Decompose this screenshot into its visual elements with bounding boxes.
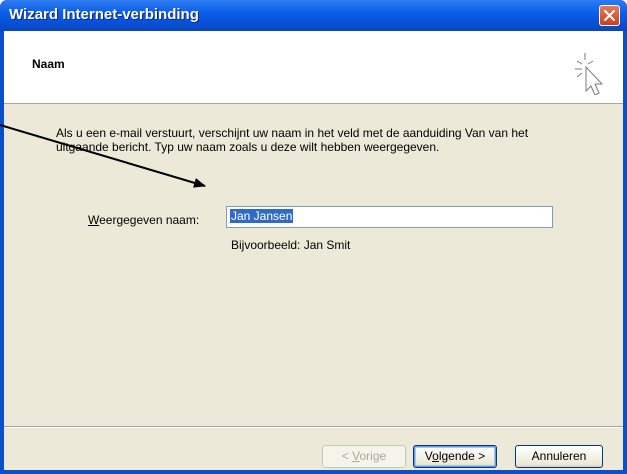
cancel-button[interactable]: Annuleren [515, 445, 603, 468]
display-name-label-rest: eergegeven naam: [99, 213, 200, 227]
wizard-cursor-icon [575, 53, 604, 95]
wizard-client-area: Naam Als u een e-mail verstuurt, verschi… [4, 31, 623, 470]
intro-text: Als u een e-mail verstuurt, verschijnt u… [56, 126, 529, 154]
close-icon [604, 10, 615, 21]
title-bar[interactable]: Wizard Internet-verbinding [0, 0, 627, 31]
back-button[interactable]: < Vorige [322, 445, 406, 468]
display-name-input[interactable]: Jan Jansen [226, 206, 553, 228]
display-name-label-accel: W [88, 213, 100, 227]
display-name-label: Weergegeven naam: [88, 213, 199, 227]
display-name-value: Jan Jansen [230, 209, 294, 223]
back-rest: orige [359, 449, 387, 463]
next-accel: o [432, 449, 439, 463]
wizard-window: Wizard Internet-verbinding Naam Als u ee… [0, 0, 627, 474]
next-rest: lgende > [438, 449, 486, 463]
page-title: Naam [32, 57, 65, 71]
next-button[interactable]: Volgende > [413, 445, 497, 468]
wizard-header: Naam [4, 31, 623, 104]
button-divider [4, 426, 623, 428]
back-accel: V [352, 449, 360, 463]
back-prefix: < [341, 449, 353, 463]
example-text: Bijvoorbeeld: Jan Smit [231, 238, 351, 252]
close-button[interactable] [599, 5, 620, 26]
window-title: Wizard Internet-verbinding [9, 6, 199, 23]
